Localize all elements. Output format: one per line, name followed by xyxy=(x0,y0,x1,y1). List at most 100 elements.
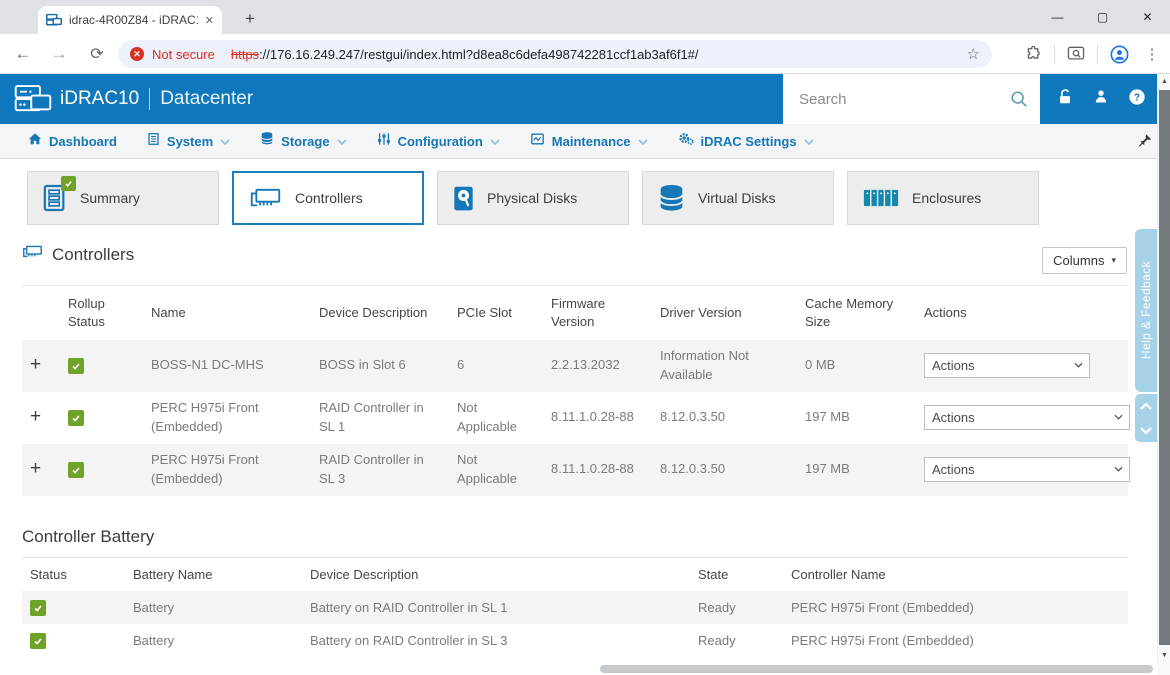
actions-select[interactable]: Actions xyxy=(924,457,1130,482)
nav-label: Configuration xyxy=(397,133,483,149)
columns-label: Columns xyxy=(1053,253,1105,268)
expand-row-icon[interactable]: + xyxy=(30,458,41,479)
col-pcie-slot: PCIe Slot xyxy=(457,304,512,320)
license-edition: Datacenter xyxy=(160,88,254,109)
pin-icon[interactable] xyxy=(1138,133,1152,153)
help-icon[interactable]: ? xyxy=(1128,88,1146,111)
actions-dropdown[interactable]: Actions xyxy=(924,457,1130,482)
gears-icon xyxy=(678,131,694,151)
chevron-up-icon[interactable] xyxy=(1140,397,1152,415)
scroll-up-icon[interactable]: ▲ xyxy=(1158,75,1170,88)
refresh-button[interactable]: ⟳ xyxy=(82,34,112,74)
tab-summary[interactable]: Summary xyxy=(27,171,219,225)
new-tab-button[interactable]: + xyxy=(238,7,262,31)
nav-item-system[interactable]: System xyxy=(147,132,230,151)
status-ok-icon xyxy=(68,461,84,478)
unlock-icon[interactable] xyxy=(1056,88,1074,111)
not-secure-label[interactable]: Not secure xyxy=(152,47,215,62)
forward-button[interactable]: → xyxy=(44,34,74,74)
nav-item-dashboard[interactable]: Dashboard xyxy=(28,132,117,151)
horizontal-scrollbar-thumb[interactable] xyxy=(600,665,1153,673)
horizontal-scrollbar[interactable] xyxy=(0,663,1157,675)
col-status: Status xyxy=(30,567,67,582)
bookmark-star-icon[interactable]: ☆ xyxy=(967,45,980,63)
chevron-down-icon xyxy=(220,132,230,150)
profile-icon[interactable] xyxy=(1107,42,1131,66)
expand-row-icon[interactable]: + xyxy=(30,406,41,427)
actions-dropdown[interactable]: Actions xyxy=(924,353,1090,378)
help-feedback-label: Help & Feedback xyxy=(1139,261,1153,360)
maximize-button[interactable]: ▢ xyxy=(1080,0,1125,34)
actions-select[interactable]: Actions xyxy=(924,353,1090,378)
tab-search-icon[interactable] xyxy=(1064,42,1088,66)
actions-select[interactable]: Actions xyxy=(924,405,1130,430)
table-header-row: Rollup Status Name Device Description PC… xyxy=(22,286,1128,340)
cell-battery-name: Battery xyxy=(133,633,175,648)
user-icon[interactable] xyxy=(1093,88,1109,110)
chevron-down-icon xyxy=(804,132,814,150)
help-feedback-tab[interactable]: Help & Feedback xyxy=(1135,229,1157,392)
nav-item-storage[interactable]: Storage xyxy=(260,131,347,151)
battery-table: Status Battery Name Device Description S… xyxy=(22,557,1128,657)
browser-tab[interactable]: idrac-4R00Z84 - iDRAC10 - Stor ✕ xyxy=(38,6,222,34)
controllers-section-header: Controllers xyxy=(22,244,134,265)
actions-dropdown[interactable]: Actions xyxy=(924,405,1130,430)
nav-label: Dashboard xyxy=(49,133,117,149)
col-firmware-version: Firmware Version xyxy=(551,296,606,329)
table-row: Battery Battery on RAID Controller in SL… xyxy=(22,591,1128,624)
status-ok-icon xyxy=(30,632,46,649)
cell-device-description: RAID Controller in SL 1 xyxy=(319,400,424,434)
expand-row-icon[interactable]: + xyxy=(30,354,41,375)
col-name: Name xyxy=(151,304,186,320)
table-row: Battery Battery on RAID Controller in SL… xyxy=(22,624,1128,657)
cell-cache-memory: 197 MB xyxy=(805,461,850,477)
home-icon xyxy=(28,132,42,151)
cell-firmware-version: 8.11.1.0.28-88 xyxy=(551,461,634,477)
status-ok-icon xyxy=(68,357,84,374)
section-title: Controllers xyxy=(52,244,135,264)
nav-item-configuration[interactable]: Configuration xyxy=(377,132,500,151)
tab-controllers[interactable]: Controllers xyxy=(232,171,424,225)
nav-label: System xyxy=(166,133,214,149)
extensions-puzzle-icon[interactable] xyxy=(1021,42,1045,66)
close-window-button[interactable]: ✕ xyxy=(1125,0,1170,34)
table-header-row: Status Battery Name Device Description S… xyxy=(22,558,1128,592)
tab-label: Virtual Disks xyxy=(698,190,776,206)
minimize-button[interactable]: — xyxy=(1035,0,1080,34)
svg-text:?: ? xyxy=(1134,92,1140,103)
page-scroll-widget[interactable] xyxy=(1135,394,1157,442)
cell-device-description: BOSS in Slot 6 xyxy=(319,357,406,373)
chevron-down-icon xyxy=(336,132,347,150)
back-button[interactable]: ← xyxy=(8,34,38,74)
browser-menu-icon[interactable]: ⋮ xyxy=(1140,42,1164,66)
cell-device-description: Battery on RAID Controller in SL 1 xyxy=(310,600,508,615)
chevron-down-icon[interactable] xyxy=(1140,421,1152,439)
cell-pcie-slot: Not Applicable xyxy=(457,452,517,486)
enclosure-icon xyxy=(863,189,899,207)
cell-battery-name: Battery xyxy=(133,600,175,615)
scroll-down-icon[interactable]: ▼ xyxy=(1158,649,1170,662)
sliders-icon xyxy=(377,132,391,151)
search-icon[interactable] xyxy=(1010,90,1028,108)
cell-state: Ready xyxy=(698,633,736,648)
columns-button[interactable]: Columns ▾ xyxy=(1042,247,1127,274)
address-bar[interactable]: ✕ Not secure https://176.16.249.247/rest… xyxy=(118,40,992,68)
col-device-description: Device Description xyxy=(310,567,419,582)
tab-virtual-disks[interactable]: Virtual Disks xyxy=(642,171,834,225)
tab-physical-disks[interactable]: Physical Disks xyxy=(437,171,629,225)
tab-label: Summary xyxy=(80,190,140,206)
tab-enclosures[interactable]: Enclosures xyxy=(847,171,1039,225)
status-ok-icon xyxy=(30,599,46,616)
tab-title: idrac-4R00Z84 - iDRAC10 - Stor xyxy=(69,13,198,27)
nav-item-idrac-settings[interactable]: iDRAC Settings xyxy=(678,131,814,151)
nav-item-maintenance[interactable]: Maintenance xyxy=(530,132,648,151)
cell-driver-version: Information Not Available xyxy=(660,348,749,382)
app-nav: Dashboard System Storage Configuration M… xyxy=(0,124,1170,159)
toolbar-divider xyxy=(1097,45,1098,63)
vertical-scrollbar-thumb[interactable] xyxy=(1159,90,1170,645)
table-row: + BOSS-N1 DC-MHS BOSS in Slot 6 6 2.2.13… xyxy=(22,339,1128,392)
tab-close-icon[interactable]: ✕ xyxy=(205,14,214,27)
nav-label: iDRAC Settings xyxy=(700,133,797,149)
vertical-scrollbar[interactable]: ▲ ▼ xyxy=(1157,74,1170,663)
search-input[interactable] xyxy=(783,90,1010,108)
